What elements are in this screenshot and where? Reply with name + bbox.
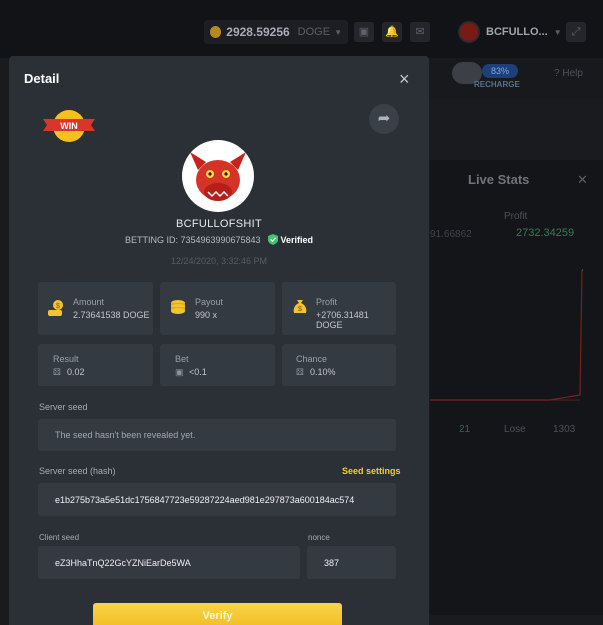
amount-label: Amount — [73, 297, 105, 307]
chevron-down-icon: ▼ — [334, 27, 342, 37]
coins-icon — [171, 300, 185, 314]
amount-value: 2.73641538 DOGE — [73, 310, 150, 320]
client-seed-label: Client seed — [39, 533, 80, 542]
money-bag-icon: $ — [48, 300, 63, 316]
verify-button[interactable]: Verify — [93, 603, 342, 625]
payout-label: Payout — [195, 297, 224, 307]
wallet-icon[interactable]: ▣ — [354, 22, 374, 42]
payout-card: Payout 990 x — [160, 282, 275, 335]
betting-id: BETTING ID: 7354963990675843 — [124, 234, 261, 245]
user-menu[interactable]: BCFULLO... ▼ — [458, 20, 562, 44]
server-seed-value: The seed hasn't been revealed yet. — [55, 430, 196, 440]
nonce-value: 387 — [324, 557, 340, 568]
amount-card: $ Amount 2.73641538 DOGE — [38, 282, 153, 335]
svg-text:$: $ — [56, 303, 60, 310]
balance-amount: 2928.59256 — [226, 25, 290, 39]
live-stats-profit-label: Profit — [504, 211, 528, 222]
bet-label: Bet — [175, 354, 189, 364]
server-seed-field: The seed hasn't been revealed yet. — [38, 419, 396, 451]
top-bar: 2928.59256 DOGE ▼ ▣ 🔔 ✉ BCFULLO... ▼ ⤢ — [0, 0, 603, 58]
profit-card: $ Profit +2706.31481 DOGE — [282, 282, 396, 335]
shield-check-icon — [267, 234, 278, 245]
win-badge-icon: WIN — [43, 110, 95, 142]
nonce-label: nonce — [308, 533, 330, 542]
bet-value: <0.1 — [189, 367, 207, 377]
chance-label: Chance — [296, 354, 328, 364]
profit-label: Profit — [316, 297, 338, 307]
live-stats-title: Live Stats — [468, 172, 530, 187]
mail-icon[interactable]: ✉ — [410, 22, 430, 42]
live-stats-count-a: 21 — [459, 424, 471, 435]
live-stats-lose-label: Lose — [504, 424, 526, 435]
detail-modal: Detail × WIN ➦ BCFULLOFSHIT BETTING ID: … — [9, 56, 429, 625]
live-stats-profit-value: 2732.34259 — [516, 227, 575, 239]
chevron-down-icon: ▼ — [553, 27, 562, 37]
bell-icon[interactable]: 🔔 — [382, 22, 402, 42]
user-avatar — [182, 140, 254, 212]
recharge-strip: 83% RECHARGE ? Help — [430, 58, 603, 98]
result-card: Result ⚄ 0.02 — [38, 344, 153, 386]
win-label: WIN — [60, 121, 78, 131]
dollar-bag-icon: $ — [293, 300, 307, 313]
result-label: Result — [53, 354, 79, 364]
app-window: 2928.59256 DOGE ▼ ▣ 🔔 ✉ BCFULLO... ▼ ⤢ 8… — [0, 0, 603, 625]
seed-settings-link[interactable]: Seed settings — [342, 466, 401, 476]
betting-id-row: BETTING ID: 7354963990675843 Verified — [9, 234, 429, 245]
balance-selector[interactable]: 2928.59256 DOGE ▼ — [204, 20, 348, 44]
server-hash-label: Server seed (hash) — [39, 466, 116, 476]
live-stats-partial-value: 91.66862 — [430, 229, 472, 240]
help-icon: ? — [554, 68, 560, 79]
profit-value: +2706.31481 DOGE — [316, 310, 369, 330]
verified-label: Verified — [280, 234, 314, 245]
top-username: BCFULLO... — [486, 26, 548, 38]
balance-currency: DOGE — [297, 26, 331, 38]
help-link[interactable]: ? Help — [554, 68, 583, 79]
result-value: 0.02 — [67, 367, 85, 377]
payout-value: 990 x — [195, 310, 218, 320]
bet-card: Bet ▣ <0.1 — [160, 344, 275, 386]
share-button[interactable]: ➦ — [369, 104, 399, 134]
recharge-label[interactable]: RECHARGE — [474, 80, 520, 89]
live-stats-close-icon[interactable]: ✕ — [577, 172, 588, 188]
expand-icon[interactable]: ⤢ — [566, 22, 586, 42]
nonce-field[interactable]: 387 — [307, 546, 396, 579]
dice-icon: ⚄ — [296, 367, 304, 377]
cube-icon: ▣ — [175, 367, 184, 377]
doge-coin-icon — [210, 26, 222, 38]
bet-date: 12/24/2020, 3:32:46 PM — [170, 256, 268, 266]
bet-username: BCFULLOFSHIT — [175, 218, 263, 230]
server-hash-field[interactable]: e1b275b73a5e51dc1756847723e59287224aed98… — [38, 483, 396, 516]
close-icon[interactable]: × — [399, 69, 410, 90]
share-icon: ➦ — [377, 110, 391, 127]
help-label: Help — [562, 68, 583, 79]
dice-icon: ⚄ — [53, 367, 61, 377]
modal-title: Detail — [24, 71, 60, 86]
live-stats-count-b: 1303 — [553, 424, 576, 435]
recharge-percent: 83% — [482, 64, 518, 78]
chance-card: Chance ⚄ 0.10% — [282, 344, 396, 386]
server-seed-label: Server seed — [39, 402, 88, 412]
dragon-avatar-icon — [190, 152, 246, 201]
client-seed-value: eZ3HhaTnQ22GcYZNiEarDe5WA — [55, 557, 191, 568]
server-hash-value: e1b275b73a5e51dc1756847723e59287224aed98… — [55, 494, 355, 505]
client-seed-field[interactable]: eZ3HhaTnQ22GcYZNiEarDe5WA — [38, 546, 300, 579]
avatar — [458, 21, 480, 43]
chance-value: 0.10% — [310, 367, 336, 377]
verified-badge: Verified — [267, 234, 314, 245]
svg-text:$: $ — [298, 306, 302, 313]
